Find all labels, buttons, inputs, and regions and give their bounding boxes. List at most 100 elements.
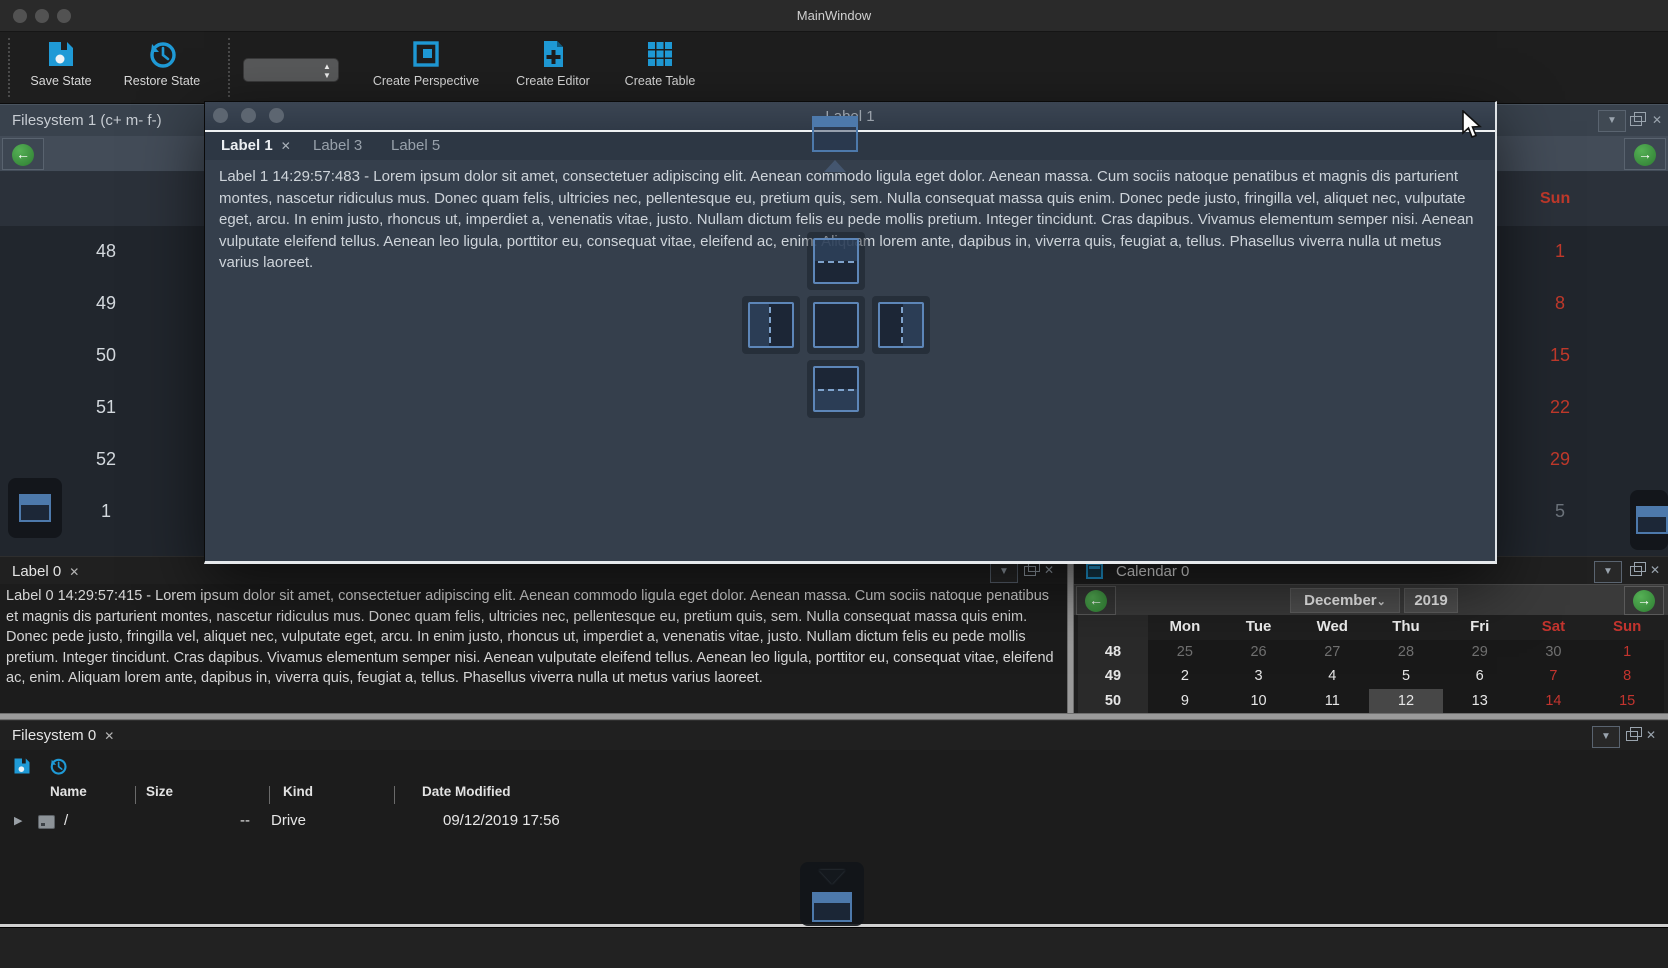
calendar0-menu-button[interactable]: ▼ xyxy=(1594,561,1622,583)
week-number: 1 xyxy=(84,501,128,522)
week-header-cell xyxy=(1078,615,1148,640)
restore-icon[interactable] xyxy=(48,756,68,776)
create-editor-label: Create Editor xyxy=(493,74,613,88)
create-editor-button[interactable]: Create Editor xyxy=(493,38,613,88)
calendar-cell[interactable]: 7 xyxy=(1517,664,1591,689)
calendar-day[interactable]: 1 xyxy=(1538,241,1582,262)
restore-state-button[interactable]: Restore State xyxy=(102,38,222,88)
column-header-size[interactable]: Size xyxy=(146,784,173,799)
prev-month-button[interactable]: ← xyxy=(2,138,44,170)
horizontal-splitter[interactable] xyxy=(0,713,1668,720)
calendar-icon xyxy=(1086,563,1103,579)
calendar-cell[interactable]: 14 xyxy=(1517,689,1591,714)
arrow-right-icon: → xyxy=(1633,590,1655,612)
calendar0-close-icon[interactable]: ✕ xyxy=(1650,563,1660,577)
sun-header: Sun xyxy=(1540,190,1570,208)
next-month-button[interactable]: → xyxy=(1624,138,1666,170)
filesystem0-close-icon[interactable]: ✕ xyxy=(1646,728,1656,742)
drop-hint-up-arrow-icon xyxy=(824,160,846,172)
calendar-cell[interactable]: 11 xyxy=(1295,689,1369,714)
main-window: MainWindow Save State Restore State ▲ ▼ xyxy=(0,0,1668,968)
calendar-cell[interactable]: 3 xyxy=(1222,664,1296,689)
filesystem1-close-icon[interactable]: ✕ xyxy=(1652,113,1662,127)
calendar-cell[interactable]: 25 xyxy=(1148,640,1222,665)
year-button[interactable]: 2019 xyxy=(1404,588,1458,613)
calendar-cell[interactable]: 9 xyxy=(1148,689,1222,714)
filesystem1-menu-button[interactable]: ▼ xyxy=(1598,110,1626,132)
tab-label5[interactable]: Label 5 xyxy=(383,134,448,160)
arrow-left-icon: ← xyxy=(12,144,34,166)
calendar-day[interactable]: 15 xyxy=(1538,345,1582,366)
drop-indicator-center-icon xyxy=(813,302,859,348)
disclosure-triangle-icon[interactable]: ▶ xyxy=(14,814,22,827)
calendar-cell[interactable]: 6 xyxy=(1443,664,1517,689)
week-number: 51 xyxy=(84,397,128,418)
label0-content-text: Label 0 14:29:57:415 - Lorem ipsum dolor… xyxy=(6,586,1059,689)
calendar-day[interactable]: 8 xyxy=(1538,293,1582,314)
calendar-day[interactable]: 29 xyxy=(1538,449,1582,470)
calendar-cell[interactable]: 26 xyxy=(1222,640,1296,665)
drop-indicator-right-edge xyxy=(1630,490,1668,550)
calendar-cell[interactable]: 13 xyxy=(1443,689,1517,714)
tab-label3[interactable]: Label 3 xyxy=(305,134,370,160)
calendar-day[interactable]: 5 xyxy=(1538,501,1582,522)
tab-label1[interactable]: Label 1✕ xyxy=(213,134,299,160)
create-editor-icon xyxy=(537,38,569,70)
day-header: Tue xyxy=(1222,615,1296,640)
calendar-cell[interactable]: 1 xyxy=(1590,640,1664,665)
column-separator[interactable] xyxy=(394,786,395,804)
create-perspective-button[interactable]: Create Perspective xyxy=(366,38,486,88)
calendar-cell[interactable]: 30 xyxy=(1517,640,1591,665)
calendar0-next-month-button[interactable]: → xyxy=(1624,586,1664,615)
close-tab-icon[interactable]: ✕ xyxy=(281,139,291,153)
calendar-day[interactable]: 22 xyxy=(1538,397,1582,418)
calendar0-grid: Mon Tue Wed Thu Fri Sat Sun 48 25 26 27 … xyxy=(1078,615,1664,713)
day-header: Thu xyxy=(1369,615,1443,640)
calendar-cell[interactable]: 8 xyxy=(1590,664,1664,689)
calendar-cell[interactable]: 5 xyxy=(1369,664,1443,689)
day-header: Sun xyxy=(1590,615,1664,640)
save-icon[interactable] xyxy=(12,756,32,776)
column-separator[interactable] xyxy=(269,786,270,804)
create-table-button[interactable]: Create Table xyxy=(600,38,720,88)
column-header-kind[interactable]: Kind xyxy=(283,784,313,799)
column-separator[interactable] xyxy=(135,786,136,804)
column-header-name[interactable]: Name xyxy=(50,784,87,799)
calendar-cell[interactable]: 2 xyxy=(1148,664,1222,689)
filesystem0-menu-button[interactable]: ▼ xyxy=(1592,726,1620,748)
calendar-cell-selected[interactable]: 12 xyxy=(1369,689,1443,714)
tab-label0[interactable]: Label 0✕ xyxy=(4,561,87,585)
chevron-down-icon: ▼ xyxy=(999,566,1009,577)
calendar0-panel: Calendar 0 ▼ ✕ ← December⌄ 2019 → Mon Tu… xyxy=(1074,556,1668,713)
perspective-combo-box[interactable]: ▲ ▼ xyxy=(243,58,339,82)
label0-menu-button[interactable]: ▼ xyxy=(990,561,1018,583)
filesystem1-float-icon[interactable] xyxy=(1630,116,1642,126)
calendar0-float-icon[interactable] xyxy=(1630,566,1642,576)
calendar-cell[interactable]: 10 xyxy=(1222,689,1296,714)
drop-indicator-right-icon xyxy=(878,302,924,348)
filesystem0-float-icon[interactable] xyxy=(1626,731,1638,741)
column-header-date[interactable]: Date Modified xyxy=(422,784,511,799)
week-number: 52 xyxy=(84,449,128,470)
week-number: 50 xyxy=(84,345,128,366)
calendar-cell[interactable]: 28 xyxy=(1369,640,1443,665)
vertical-splitter[interactable] xyxy=(1067,556,1074,713)
calendar0-prev-month-button[interactable]: ← xyxy=(1076,586,1116,615)
table-row[interactable]: ▶ / -- Drive 09/12/2019 17:56 xyxy=(0,810,1668,836)
drop-indicator-left-edge xyxy=(8,478,62,538)
close-tab-icon[interactable]: ✕ xyxy=(104,729,114,743)
day-header: Sat xyxy=(1517,615,1591,640)
tab-filesystem0[interactable]: Filesystem 0✕ xyxy=(4,725,122,749)
label0-float-icon[interactable] xyxy=(1024,566,1036,576)
row-size: -- xyxy=(240,812,250,829)
window-titlebar: MainWindow xyxy=(0,0,1668,32)
calendar-cell[interactable]: 27 xyxy=(1295,640,1369,665)
calendar-cell[interactable]: 29 xyxy=(1443,640,1517,665)
calendar-cell[interactable]: 15 xyxy=(1590,689,1664,714)
close-tab-icon[interactable]: ✕ xyxy=(69,565,79,579)
calendar-cell[interactable]: 4 xyxy=(1295,664,1369,689)
chevron-down-icon: ▼ xyxy=(1607,115,1617,126)
month-dropdown[interactable]: December⌄ xyxy=(1290,588,1400,613)
day-header: Wed xyxy=(1295,615,1369,640)
label0-close-icon[interactable]: ✕ xyxy=(1044,563,1054,577)
